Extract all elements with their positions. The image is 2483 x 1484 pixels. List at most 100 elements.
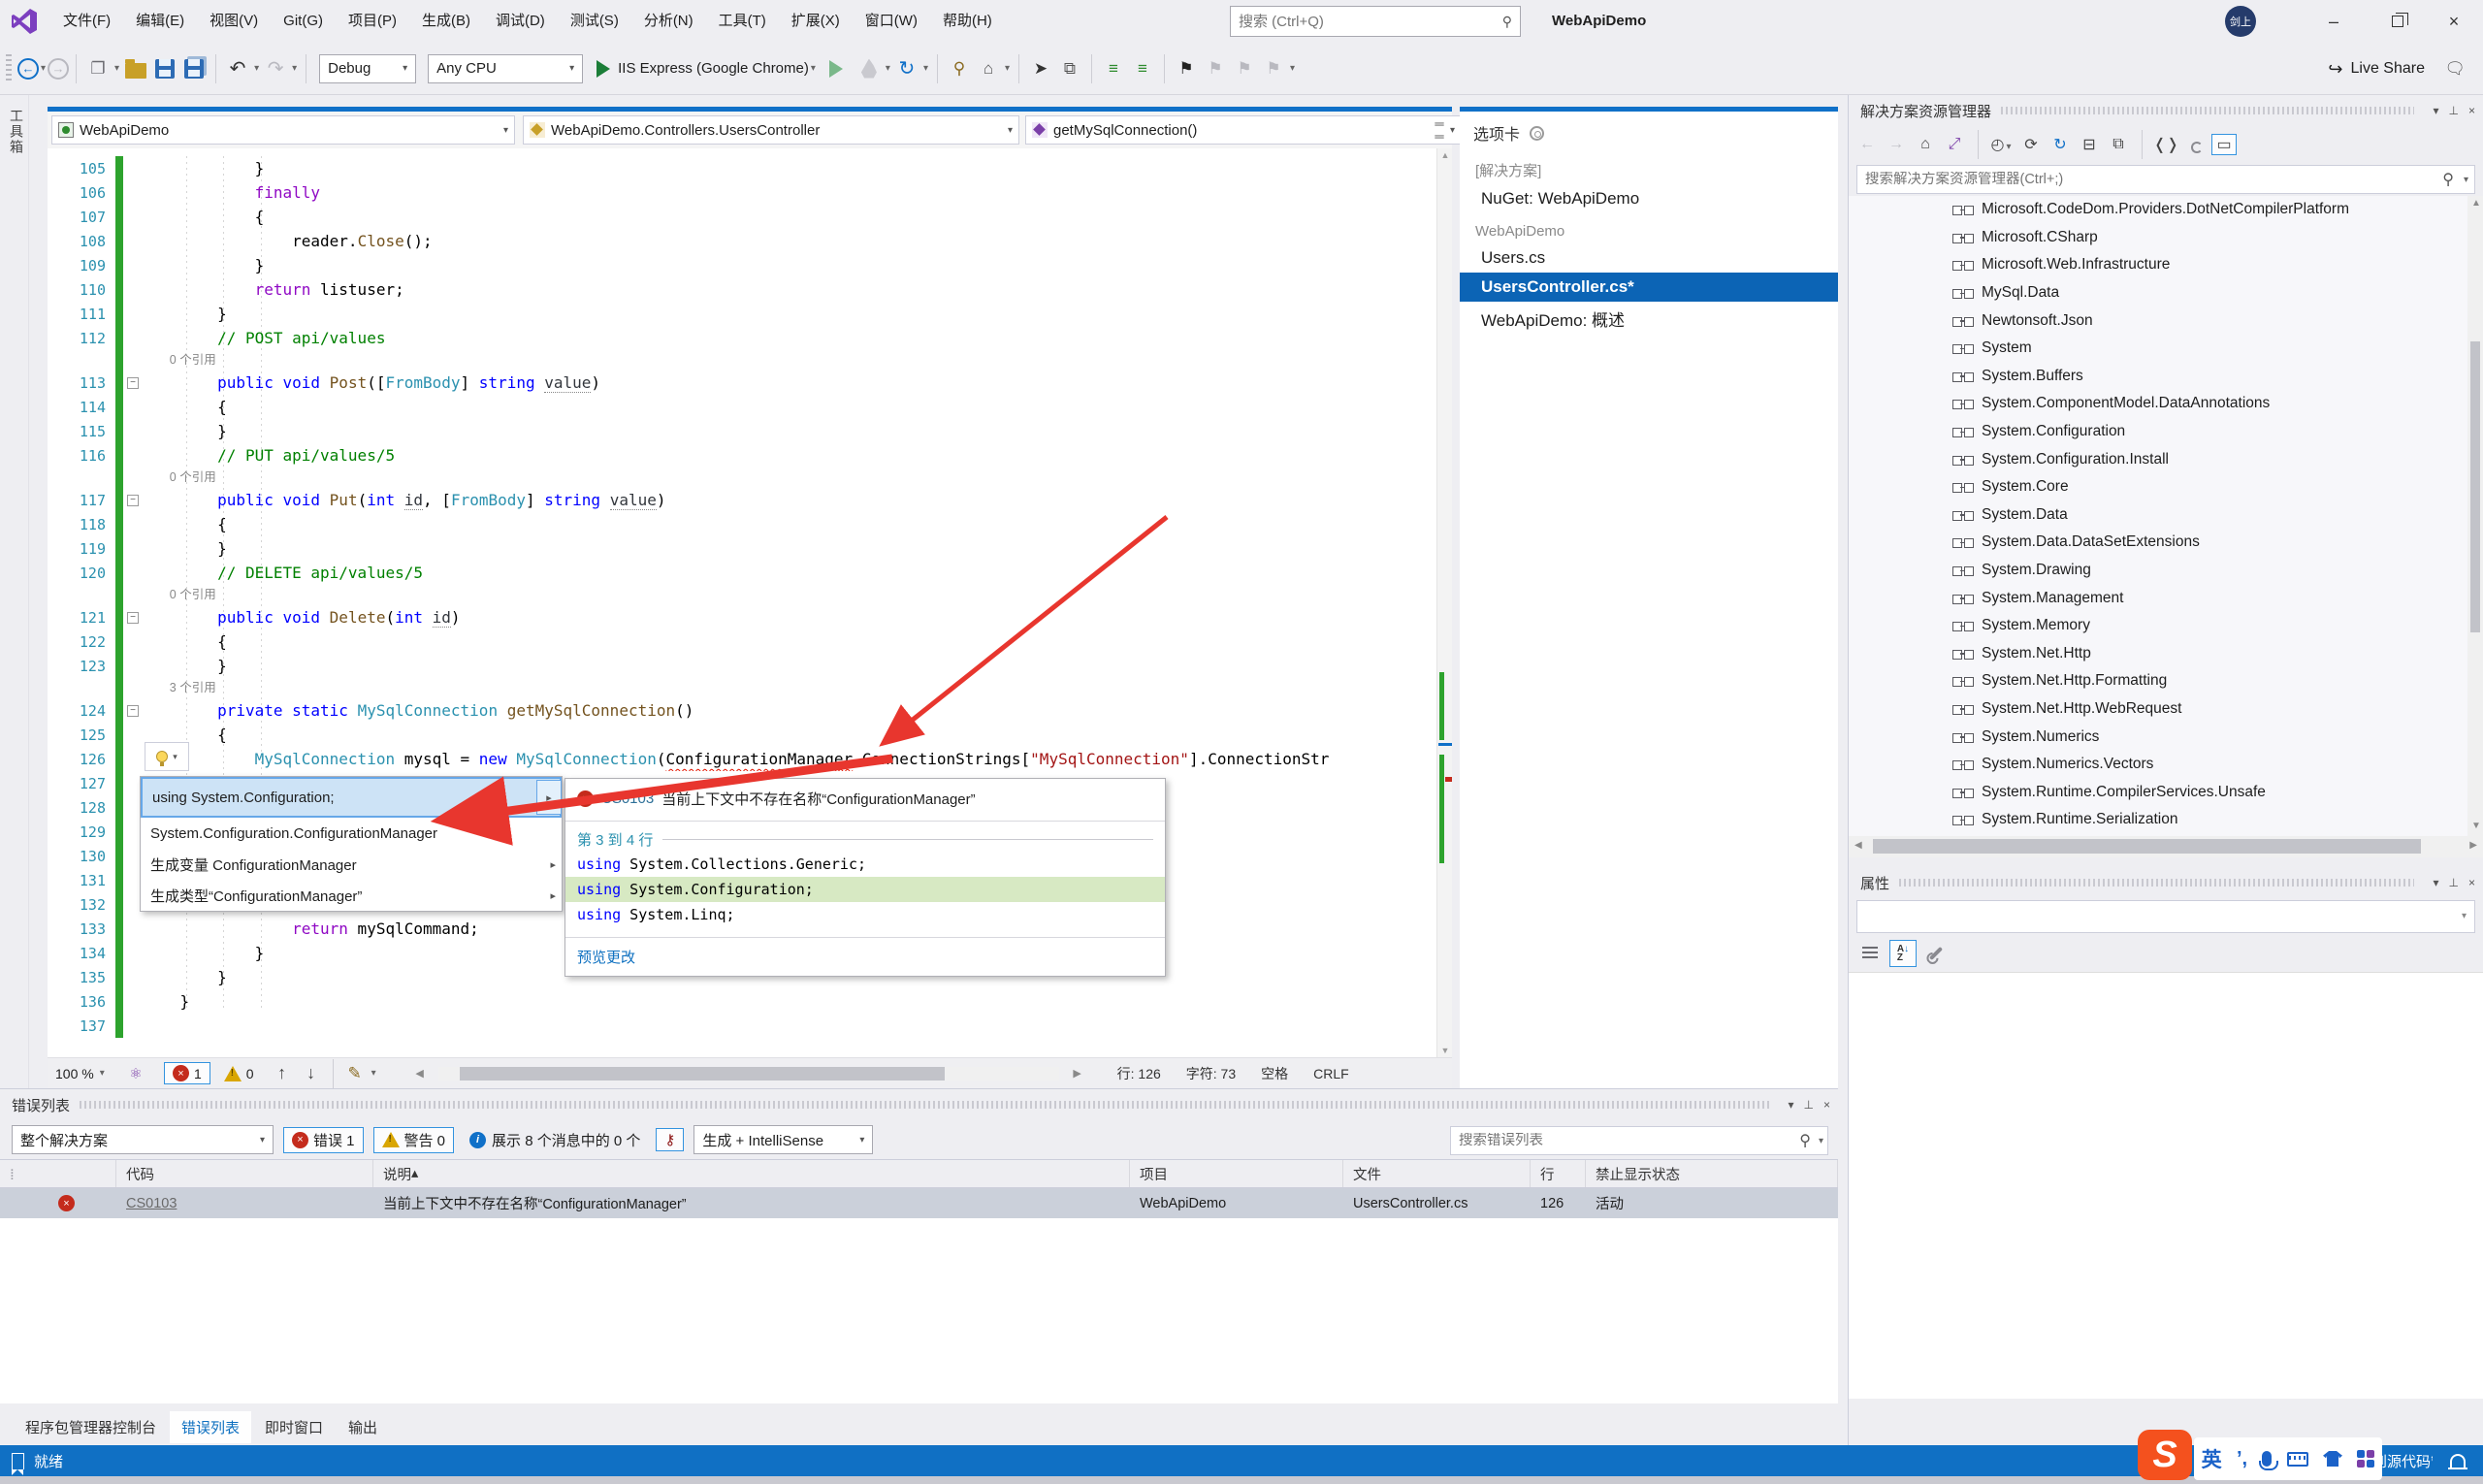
indent-mode[interactable]: 空格 (1261, 1064, 1288, 1083)
reference-item[interactable]: System.Runtime.CompilerServices.Unsafe (1849, 778, 2483, 806)
scrollbar-thumb[interactable] (1873, 839, 2421, 854)
warnings-filter-button[interactable]: 警告 0 (373, 1127, 455, 1153)
close-button[interactable]: × (2425, 0, 2483, 43)
clear-bookmarks-icon[interactable]: ⚑ (1261, 56, 1286, 81)
open-file-icon[interactable] (123, 56, 148, 81)
nav-project-dropdown[interactable]: WebApiDemo▾ (51, 115, 515, 145)
panel-tab[interactable]: 错误列表 (170, 1411, 251, 1443)
quick-search-input[interactable] (1231, 14, 1502, 30)
close-icon[interactable]: × (2468, 876, 2475, 889)
error-list-search-input[interactable] (1451, 1133, 1799, 1148)
navigate-back-icon[interactable]: ← (17, 58, 39, 80)
view-code-icon[interactable]: ❬❭ (2153, 135, 2178, 154)
close-icon[interactable]: × (2468, 104, 2475, 117)
pending-changes-icon[interactable]: ◴▾ (1989, 135, 2015, 154)
chevron-down-icon[interactable]: ▾ (1789, 1098, 1794, 1112)
quick-fix-item-2[interactable]: 生成变量 ConfigurationManager▸ (141, 849, 562, 880)
menu-item-10[interactable]: 扩展(X) (779, 0, 853, 43)
submenu-arrow-icon[interactable]: ▸ (550, 889, 556, 902)
gear-icon[interactable] (1530, 126, 1544, 141)
toolbox-tab[interactable]: 工具箱 (7, 109, 26, 155)
panel-tab[interactable]: 输出 (337, 1411, 389, 1443)
reference-item[interactable]: System.Memory (1849, 612, 2483, 640)
search-icon[interactable]: ⚲ (1799, 1131, 1811, 1150)
toolbar-grip[interactable] (6, 54, 12, 83)
navigate-forward-icon[interactable]: → (48, 58, 69, 80)
fold-margin[interactable]: − (123, 495, 143, 506)
reference-item[interactable]: System (1849, 335, 2483, 363)
microphone-icon[interactable] (2262, 1451, 2272, 1467)
scroll-left-icon[interactable]: ◀ (1854, 840, 1862, 851)
error-list-search[interactable]: ⚲ ▾ (1450, 1126, 1828, 1155)
fold-margin[interactable]: − (123, 705, 143, 717)
reference-item[interactable]: System.Configuration.Install (1849, 445, 2483, 473)
menu-item-6[interactable]: 调试(D) (483, 0, 558, 43)
reference-item[interactable]: System.Drawing (1849, 557, 2483, 585)
search-options-dropdown[interactable]: ▾ (2464, 175, 2468, 185)
keyboard-icon[interactable] (2287, 1452, 2308, 1467)
quick-actions-lightbulb[interactable]: ▾ (145, 742, 189, 771)
solution-explorer-search-input[interactable] (1857, 172, 2442, 187)
scope-combo[interactable]: 整个解决方案▾ (12, 1125, 274, 1154)
restart-icon[interactable]: ↻ (894, 56, 919, 81)
scroll-down-icon[interactable]: ▼ (2471, 821, 2481, 831)
pin-icon[interactable]: ⊥ (2449, 104, 2459, 117)
column-header-0[interactable]: 代码 (116, 1160, 373, 1187)
open-document-tab[interactable]: WebApiDemo: 概述 (1460, 302, 1838, 336)
error-code-link[interactable]: CS0103 (126, 1196, 177, 1211)
start-without-debugging-icon[interactable] (827, 56, 853, 81)
scroll-up-icon[interactable]: ▲ (1437, 150, 1452, 160)
reference-item[interactable]: System.Runtime.Serialization (1849, 806, 2483, 834)
reference-item[interactable]: System.Management (1849, 584, 2483, 612)
nav-class-dropdown[interactable]: WebApiDemo.Controllers.UsersController▾ (523, 115, 1019, 145)
undo-dropdown[interactable]: ▾ (254, 63, 259, 74)
nav-member-dropdown[interactable]: getMySqlConnection()▾ (1025, 115, 1462, 145)
alphabetical-sort-icon[interactable]: A↓Z (1889, 940, 1917, 967)
editor-vertical-scrollbar[interactable]: ▲ ▼ (1436, 148, 1452, 1057)
sync-active-document-icon[interactable]: ⌂ (976, 56, 1001, 81)
codelens-row[interactable]: 0 个引用 (48, 585, 1436, 605)
close-icon[interactable]: × (1823, 1098, 1830, 1112)
reference-item[interactable]: System.ComponentModel.DataAnnotations (1849, 390, 2483, 418)
se-vertical-scrollbar[interactable]: ▲ ▼ (2467, 196, 2483, 836)
prev-issue-icon[interactable]: ↑ (270, 1061, 295, 1086)
menu-item-3[interactable]: Git(G) (271, 0, 336, 43)
panel-tab[interactable]: 程序包管理器控制台 (14, 1411, 168, 1443)
new-project-dropdown[interactable]: ▾ (114, 63, 119, 74)
intellicode-icon[interactable]: ⚛ (123, 1061, 148, 1086)
properties-titlebar[interactable]: 属性 ▾ ⊥ × (1849, 867, 2483, 898)
reference-item[interactable]: System.Configuration (1849, 418, 2483, 446)
fold-margin[interactable]: − (123, 377, 143, 389)
reference-item[interactable]: System.Numerics.Vectors (1849, 751, 2483, 779)
quick-search-box[interactable]: ⚲ (1230, 6, 1521, 37)
scrollbar-thumb[interactable] (2470, 341, 2480, 632)
se-forward-icon[interactable]: → (1884, 136, 1909, 153)
bell-icon[interactable] (2450, 1454, 2466, 1468)
menu-item-9[interactable]: 工具(T) (706, 0, 779, 43)
menu-item-2[interactable]: 视图(V) (197, 0, 271, 43)
redo-icon[interactable]: ↷ (263, 56, 288, 81)
messages-filter-button[interactable]: i 展示 8 个消息中的 0 个 (464, 1128, 646, 1152)
reference-item[interactable]: Microsoft.Web.Infrastructure (1849, 251, 2483, 279)
submenu-arrow-icon[interactable]: ▸ (550, 858, 556, 871)
restore-button[interactable] (2369, 0, 2427, 43)
start-debugging-button[interactable]: IIS Express (Google Chrome) ▾ (597, 60, 818, 78)
ime-language-toggle[interactable]: 英 (2202, 1444, 2222, 1473)
hot-reload-icon[interactable] (856, 56, 882, 81)
chevron-down-icon[interactable]: ▾ (2434, 876, 2439, 889)
open-document-tab[interactable]: NuGet: WebApiDemo (1460, 184, 1838, 213)
scroll-down-icon[interactable]: ▼ (1437, 1046, 1452, 1055)
refresh-icon[interactable]: ⟳ (2018, 135, 2044, 154)
toolbar-overflow[interactable]: ▾ (1290, 63, 1295, 74)
scroll-right-icon[interactable]: ▶ (2469, 840, 2477, 851)
properties-pages-icon[interactable]: ⧉ (2106, 136, 2131, 153)
menu-item-7[interactable]: 测试(S) (558, 0, 631, 43)
solution-explorer-search[interactable]: ⚲ ▾ (1856, 165, 2475, 194)
column-header-2[interactable]: 项目 (1130, 1160, 1343, 1187)
menu-item-12[interactable]: 帮助(H) (930, 0, 1005, 43)
next-issue-icon[interactable]: ↓ (299, 1061, 324, 1086)
reference-item[interactable]: System.Data (1849, 501, 2483, 530)
quick-fix-item-1[interactable]: System.Configuration.ConfigurationManage… (141, 818, 562, 849)
reference-item[interactable]: System.Net.Http.Formatting (1849, 667, 2483, 695)
editor-error-count[interactable]: × 1 (164, 1062, 210, 1084)
